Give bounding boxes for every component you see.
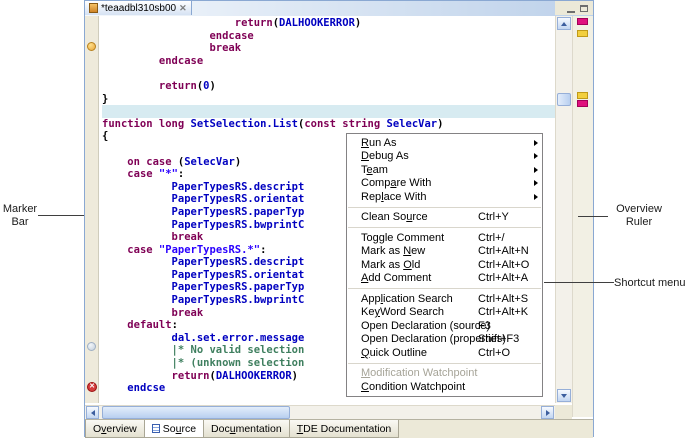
code-line: endcase — [102, 30, 555, 43]
overview-error-marker[interactable] — [577, 100, 588, 107]
menu-accelerator: Ctrl+O — [478, 347, 510, 359]
marker-bar[interactable]: ✕ — [85, 16, 99, 403]
view-toolbar-corner — [555, 1, 593, 15]
menu-separator — [348, 363, 541, 364]
code-line: break — [102, 42, 555, 55]
overview-ruler-callout-line — [578, 216, 608, 217]
code-line: endcase — [102, 55, 555, 68]
page-tab-bar: OverviewSourceDocumentationTDE Documenta… — [85, 419, 593, 438]
page-tab-overview[interactable]: Overview — [85, 420, 145, 438]
scroll-left-icon — [91, 410, 95, 416]
submenu-arrow-icon — [534, 153, 538, 159]
menu-item-mark-as-new[interactable]: Mark as NewCtrl+Alt+N — [347, 245, 542, 259]
menu-separator — [348, 227, 541, 228]
menu-accelerator: Ctrl+Alt+S — [478, 293, 528, 305]
maximize-view-icon[interactable] — [580, 5, 588, 12]
page-tab-documentation[interactable]: Documentation — [203, 420, 290, 438]
page-tab-source[interactable]: Source — [144, 420, 204, 438]
source-file-icon — [152, 424, 160, 433]
menu-accelerator: Ctrl+Alt+K — [478, 306, 528, 318]
scroll-right-button[interactable] — [541, 406, 554, 419]
minimize-view-icon[interactable] — [567, 4, 575, 13]
editor-tab-teaadbl310sb00[interactable]: *teaadbl310sb00 ✕ — [85, 1, 192, 15]
scroll-down-icon — [561, 394, 567, 398]
code-line — [102, 67, 555, 80]
tde-source-file-icon — [89, 3, 98, 13]
menu-separator — [348, 207, 541, 208]
page-tab-tde-documentation[interactable]: TDE Documentation — [289, 420, 400, 438]
menu-item-modification-watchpoint[interactable]: Modification Watchpoint — [347, 367, 542, 381]
scroll-up-icon — [561, 22, 567, 26]
marker-bar-callout-line — [38, 215, 84, 216]
task-marker-icon[interactable] — [87, 42, 96, 51]
menu-item-debug-as[interactable]: Debug As — [347, 150, 542, 164]
error-marker-icon[interactable]: ✕ — [87, 382, 97, 392]
shortcut-menu-label: Shortcut menu — [614, 277, 694, 290]
overview-warning-marker[interactable] — [577, 30, 588, 37]
scroll-right-icon — [546, 410, 550, 416]
overview-warning-marker[interactable] — [577, 92, 588, 99]
info-marker-icon[interactable] — [87, 342, 96, 351]
scroll-left-button[interactable] — [86, 406, 99, 419]
code-line: return(0) — [102, 80, 555, 93]
menu-item-run-as[interactable]: Run As — [347, 136, 542, 150]
menu-item-replace-with[interactable]: Replace With — [347, 190, 542, 204]
menu-accelerator: Shift+F3 — [478, 333, 519, 345]
code-line: } — [102, 93, 555, 106]
menu-item-condition-watchpoint[interactable]: Condition Watchpoint — [347, 380, 542, 394]
editor-tab-title: *teaadbl310sb00 — [101, 3, 176, 14]
menu-item-toggle-comment[interactable]: Toggle CommentCtrl+/ — [347, 231, 542, 245]
submenu-arrow-icon — [534, 194, 538, 200]
menu-item-open-declaration-source[interactable]: Open Declaration (source)F3 — [347, 319, 542, 333]
scroll-up-button[interactable] — [557, 17, 571, 30]
menu-accelerator: F3 — [478, 320, 491, 332]
menu-item-team[interactable]: Team — [347, 163, 542, 177]
close-icon[interactable]: ✕ — [179, 4, 187, 13]
submenu-arrow-icon — [534, 140, 538, 146]
menu-item-compare-with[interactable]: Compare With — [347, 177, 542, 191]
scrollbar-corner — [555, 405, 572, 419]
marker-bar-label: Marker Bar — [0, 203, 40, 229]
vertical-scrollbar-thumb[interactable] — [557, 93, 571, 106]
overview-error-marker[interactable] — [577, 18, 588, 25]
menu-item-add-comment[interactable]: Add CommentCtrl+Alt+A — [347, 272, 542, 286]
menu-item-mark-as-old[interactable]: Mark as OldCtrl+Alt+O — [347, 258, 542, 272]
overview-ruler-label: Overview Ruler — [606, 203, 672, 229]
menu-item-clean-source[interactable]: Clean SourceCtrl+Y — [347, 211, 542, 225]
editor-tab-strip: *teaadbl310sb00 ✕ — [85, 1, 593, 17]
menu-accelerator: Ctrl+Y — [478, 211, 509, 223]
vertical-scrollbar[interactable] — [555, 16, 572, 403]
menu-separator — [348, 288, 541, 289]
context-menu: Run AsDebug AsTeamCompare WithReplace Wi… — [346, 133, 543, 397]
shortcut-menu-callout-line — [544, 282, 614, 283]
menu-item-application-search[interactable]: Application SearchCtrl+Alt+S — [347, 292, 542, 306]
menu-accelerator: Ctrl+/ — [478, 232, 505, 244]
code-line: return(DALHOOKERROR) — [102, 17, 555, 30]
submenu-arrow-icon — [534, 180, 538, 186]
menu-accelerator: Ctrl+Alt+A — [478, 272, 528, 284]
menu-item-quick-outline[interactable]: Quick OutlineCtrl+O — [347, 346, 542, 360]
horizontal-scrollbar-thumb[interactable] — [102, 406, 290, 419]
menu-accelerator: Ctrl+Alt+N — [478, 245, 529, 257]
code-line: function long SetSelection.List(const st… — [102, 118, 555, 131]
horizontal-scrollbar[interactable] — [85, 405, 555, 420]
submenu-arrow-icon — [534, 167, 538, 173]
menu-item-keyword-search[interactable]: KeyWord SearchCtrl+Alt+K — [347, 306, 542, 320]
menu-item-open-declaration-properties[interactable]: Open Declaration (properties)Shift+F3 — [347, 333, 542, 347]
current-line-highlight — [102, 105, 555, 118]
scroll-down-button[interactable] — [557, 389, 571, 402]
menu-accelerator: Ctrl+Alt+O — [478, 259, 529, 271]
